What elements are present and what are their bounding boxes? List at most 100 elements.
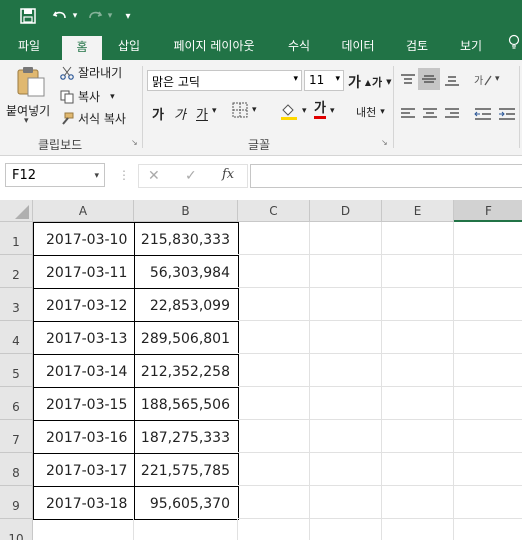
cell[interactable] [382, 288, 454, 321]
cell[interactable] [454, 255, 522, 288]
shrink-font-button[interactable]: 가 ▼ [372, 74, 392, 90]
cell[interactable] [454, 288, 522, 321]
formula-input[interactable] [250, 164, 522, 188]
cell[interactable] [310, 420, 382, 453]
tab-page-layout[interactable]: 페이지 레이아웃 [162, 33, 266, 60]
cell[interactable] [134, 519, 238, 540]
copy-button[interactable]: 복사 ▾ [60, 88, 115, 105]
cell[interactable]: 2017-03-14 [33, 354, 135, 388]
cell[interactable] [382, 486, 454, 519]
cell[interactable] [454, 354, 522, 387]
cell[interactable] [382, 453, 454, 486]
fill-color-button[interactable]: ▾ [280, 102, 307, 120]
row-header[interactable]: 9 [0, 486, 33, 519]
cell[interactable] [310, 486, 382, 519]
row-header[interactable]: 3 [0, 288, 33, 321]
tab-formulas[interactable]: 수식 [278, 33, 320, 60]
cell[interactable] [382, 420, 454, 453]
font-size-select[interactable]: 11 ▾ [304, 70, 344, 91]
tab-file[interactable]: 파일 [5, 33, 53, 60]
phonetic-button[interactable]: 내천 ▾ [356, 104, 385, 120]
cell[interactable]: 221,575,785 [134, 453, 239, 487]
font-color-button[interactable]: 가 ▾ [314, 102, 335, 119]
cell[interactable]: 56,303,984 [134, 255, 239, 289]
column-header-a[interactable]: A [33, 200, 134, 222]
cell[interactable]: 95,605,370 [134, 486, 239, 520]
row-header[interactable]: 2 [0, 255, 33, 288]
row-header[interactable]: 8 [0, 453, 33, 486]
font-name-select[interactable]: 맑은 고딕 ▾ [147, 70, 302, 91]
cell[interactable] [454, 387, 522, 420]
format-painter-button[interactable]: 서식 복사 [60, 110, 126, 127]
cancel-icon[interactable]: ✕ [148, 168, 160, 184]
cell[interactable] [310, 453, 382, 486]
cell[interactable] [238, 354, 310, 387]
cell[interactable] [454, 222, 522, 255]
column-header-c[interactable]: C [238, 200, 310, 222]
cell[interactable]: 188,565,506 [134, 387, 239, 421]
row-header[interactable]: 5 [0, 354, 33, 387]
borders-button[interactable]: ▾ [232, 102, 257, 118]
insert-function-icon[interactable]: fx [222, 167, 234, 182]
underline-button[interactable]: 가 [196, 104, 208, 123]
row-header[interactable]: 1 [0, 222, 33, 255]
align-bottom-icon[interactable] [444, 72, 460, 91]
column-header-f[interactable]: F [454, 200, 522, 222]
cell[interactable] [382, 222, 454, 255]
cell[interactable] [454, 486, 522, 519]
cell[interactable] [454, 519, 522, 540]
cell[interactable] [382, 321, 454, 354]
font-launcher-icon[interactable]: ↘ [381, 138, 388, 147]
increase-indent-icon[interactable] [498, 106, 516, 125]
align-middle-icon[interactable] [418, 68, 440, 90]
column-header-b[interactable]: B [134, 200, 238, 222]
cell[interactable]: 2017-03-12 [33, 288, 135, 322]
undo-dropdown-icon[interactable]: ▾ [70, 6, 80, 26]
row-header[interactable]: 4 [0, 321, 33, 354]
orientation-icon[interactable]: 가 [473, 72, 493, 92]
align-right-icon[interactable] [444, 106, 460, 125]
cell[interactable] [238, 519, 310, 540]
bold-button[interactable]: 가 [152, 104, 164, 123]
row-header[interactable]: 10 [0, 519, 33, 540]
formula-bar-splitter-icon[interactable]: ⋮ [118, 168, 130, 182]
select-all-button[interactable] [0, 200, 33, 222]
decrease-indent-icon[interactable] [474, 106, 492, 125]
cell[interactable] [238, 387, 310, 420]
name-box[interactable]: F12 ▾ [5, 163, 105, 187]
align-left-icon[interactable] [400, 106, 416, 125]
cell[interactable] [310, 321, 382, 354]
cell[interactable] [238, 321, 310, 354]
clipboard-launcher-icon[interactable]: ↘ [131, 138, 138, 147]
cell[interactable] [382, 354, 454, 387]
cell[interactable] [310, 288, 382, 321]
cell[interactable] [310, 387, 382, 420]
cut-button[interactable]: 잘라내기 [60, 64, 122, 81]
cell[interactable]: 2017-03-18 [33, 486, 135, 520]
cell[interactable] [382, 387, 454, 420]
cell[interactable]: 22,853,099 [134, 288, 239, 322]
tab-review[interactable]: 검토 [396, 33, 438, 60]
cell[interactable]: 2017-03-13 [33, 321, 135, 355]
cell[interactable] [33, 519, 134, 540]
underline-dropdown-icon[interactable]: ▾ [212, 106, 217, 116]
cell[interactable] [310, 354, 382, 387]
tab-view[interactable]: 보기 [450, 33, 492, 60]
cell[interactable]: 2017-03-15 [33, 387, 135, 421]
align-top-icon[interactable] [400, 72, 416, 91]
row-header[interactable]: 6 [0, 387, 33, 420]
cell[interactable] [238, 420, 310, 453]
cell[interactable]: 187,275,333 [134, 420, 239, 454]
cell[interactable] [310, 222, 382, 255]
tab-data[interactable]: 데이터 [332, 33, 384, 60]
redo-icon[interactable] [85, 6, 105, 26]
save-icon[interactable] [18, 6, 38, 26]
copy-dropdown-icon[interactable]: ▾ [110, 92, 115, 102]
cell[interactable] [454, 420, 522, 453]
grow-font-button[interactable]: 가 ▲ [348, 72, 371, 92]
column-header-d[interactable]: D [310, 200, 382, 222]
customize-qat-icon[interactable]: ▾ [121, 6, 135, 26]
redo-dropdown-icon[interactable]: ▾ [105, 6, 115, 26]
cell[interactable] [238, 255, 310, 288]
cell[interactable] [238, 222, 310, 255]
